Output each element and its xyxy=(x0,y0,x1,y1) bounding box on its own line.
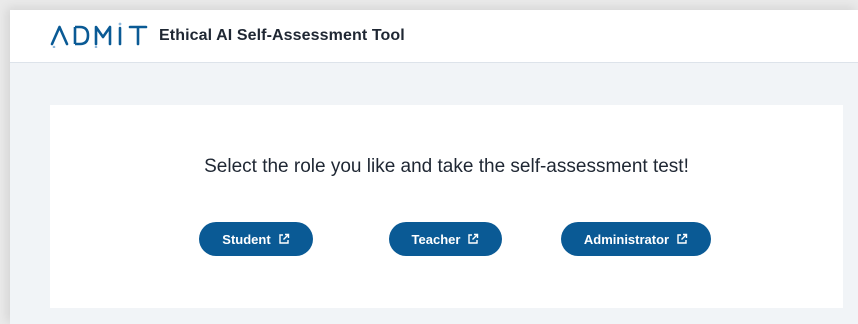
teacher-role-label: Teacher xyxy=(411,231,461,247)
app-title: Ethical AI Self-Assessment Tool xyxy=(159,27,405,44)
administrator-role-label: Administrator xyxy=(583,231,670,247)
app-window: Ethical AI Self-Assessment Tool Select t… xyxy=(10,10,858,324)
external-link-icon xyxy=(677,233,688,244)
student-role-button[interactable]: Student xyxy=(199,222,313,256)
student-role-label: Student xyxy=(222,231,271,247)
role-selection-prompt: Select the role you like and take the se… xyxy=(204,156,689,177)
teacher-role-button[interactable]: Teacher xyxy=(389,222,502,256)
external-link-icon xyxy=(278,233,289,244)
admit-logo[interactable] xyxy=(50,22,148,48)
app-header: Ethical AI Self-Assessment Tool xyxy=(10,10,858,63)
administrator-role-button[interactable]: Administrator xyxy=(561,222,711,256)
role-selection-card: Select the role you like and take the se… xyxy=(50,105,843,308)
external-link-icon xyxy=(468,233,479,244)
